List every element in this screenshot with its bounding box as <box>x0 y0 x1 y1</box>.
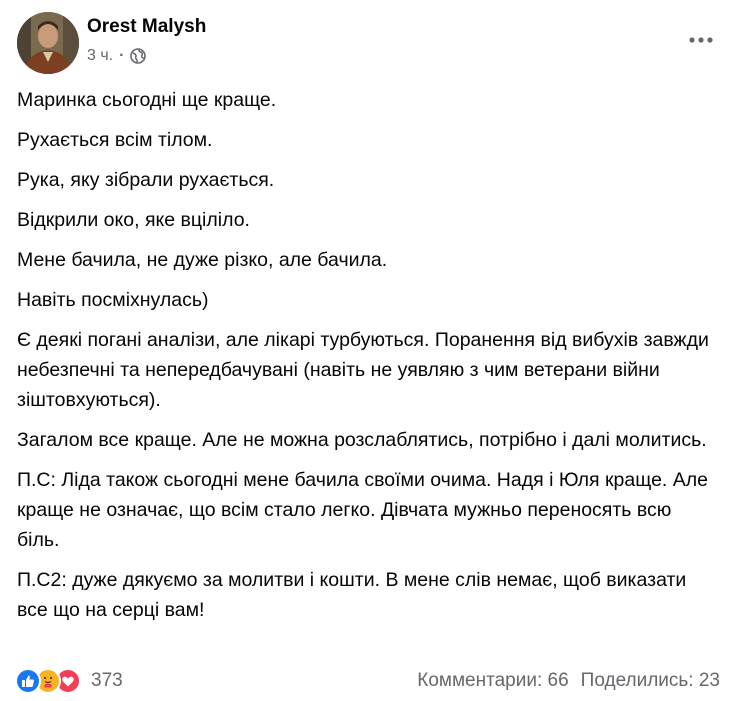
post-footer: 373 Комментарии: 66 Поделились: 23 <box>15 668 720 698</box>
post-stats: Комментарии: 66 Поделились: 23 <box>417 670 720 692</box>
facebook-post: Orest Malysh 3 ч. · Маринка сьогодні ще … <box>0 0 736 701</box>
reactions-summary[interactable]: 373 <box>15 668 123 694</box>
like-icon <box>15 668 41 694</box>
post-paragraph: Навіть посміхнулась) <box>17 289 209 311</box>
post-paragraph: П.С2: дуже дякуємо за молитви і кошти. В… <box>17 569 687 621</box>
author-name[interactable]: Orest Malysh <box>87 16 206 38</box>
post-paragraph: Рука, яку зібрали рухається. <box>17 169 275 191</box>
reaction-count[interactable]: 373 <box>91 670 123 692</box>
post-paragraph: Відкрили око, яке вціліло. <box>17 209 250 231</box>
post-paragraph: Маринка сьогодні ще краще. <box>17 89 277 111</box>
post-body: Маринка сьогодні ще краще. Рухається всі… <box>17 85 719 635</box>
comments-count[interactable]: Комментарии: 66 <box>417 670 568 692</box>
post-paragraph: Є деякі погані аналізи, але лікарі турбу… <box>17 329 709 411</box>
more-options-button[interactable] <box>683 28 719 52</box>
post-paragraph: Рухається всім тілом. <box>17 129 213 151</box>
globe-icon[interactable] <box>130 48 147 64</box>
avatar[interactable] <box>17 12 79 74</box>
meta-separator: · <box>119 47 125 64</box>
post-paragraph: П.С: Ліда також сьогодні мене бачила сво… <box>17 469 708 551</box>
shares-count[interactable]: Поделились: 23 <box>581 670 720 692</box>
more-horizontal-icon <box>688 36 714 44</box>
post-time[interactable]: 3 ч. <box>87 47 113 65</box>
post-paragraph: Мене бачила, не дуже різко, але бачила. <box>17 249 388 271</box>
post-paragraph: Загалом все краще. Але не можна розслабл… <box>17 429 707 451</box>
post-meta: 3 ч. · <box>87 47 147 65</box>
post-header: Orest Malysh 3 ч. · <box>17 12 719 76</box>
avatar-photo <box>17 12 79 74</box>
